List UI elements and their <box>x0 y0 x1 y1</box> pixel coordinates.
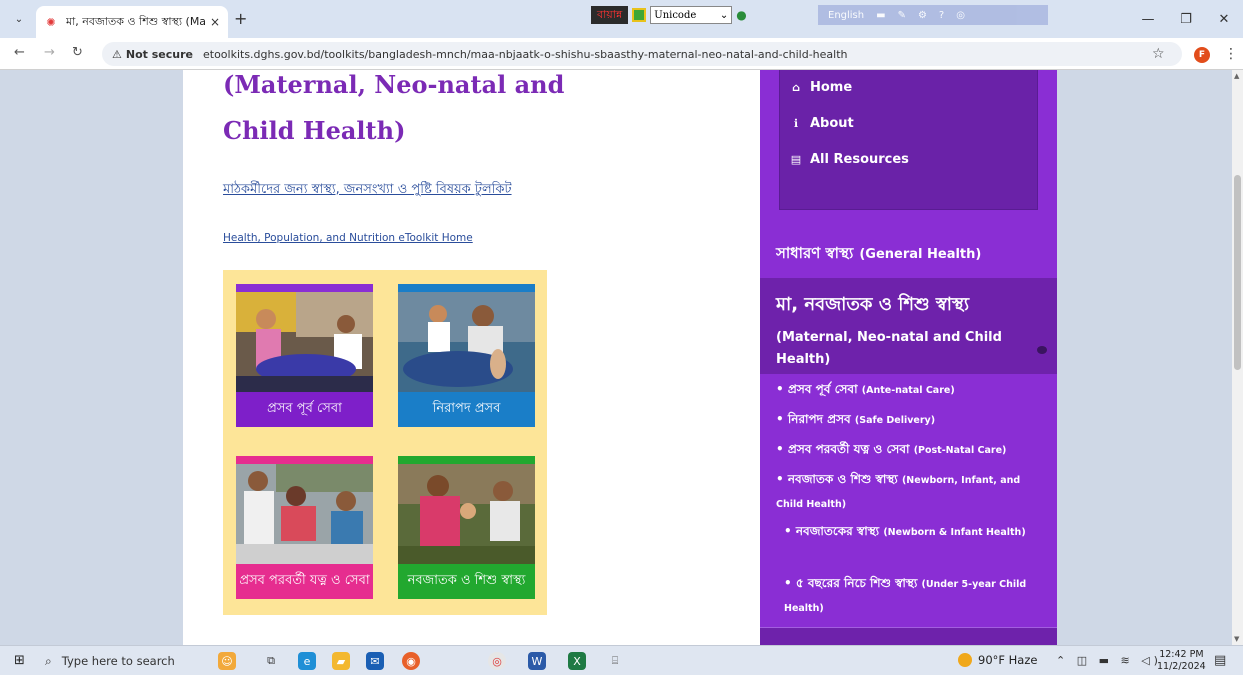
chrome-icon[interactable]: ◎ <box>488 652 506 670</box>
page-title-line-2: Child Health) <box>223 116 406 145</box>
back-icon[interactable]: ← <box>14 45 25 60</box>
bangla-toolkit-link[interactable]: মাঠকর্মীদের জন্য স্বাস্থ্য, জনসংখ্যা ও প… <box>223 180 512 201</box>
maximize-button[interactable]: ❐ <box>1167 0 1205 38</box>
ime-english-label[interactable]: English <box>828 10 864 21</box>
bookmark-star-icon[interactable]: ☆ <box>1152 46 1165 62</box>
ime-info-icon[interactable]: ◎ <box>956 10 965 21</box>
weather-widget[interactable]: 90°F Haze <box>958 653 1037 667</box>
network-drive-icon[interactable]: ⌸ <box>606 652 624 670</box>
section-title-en: (Maternal, Neo-natal and Child Health) <box>776 330 1002 367</box>
tile-antenatal-care[interactable]: প্রসব পূর্ব সেবা <box>236 284 373 427</box>
sidebar-link-under-five[interactable]: • ৫ বছরের নিচে শিশু স্বাস্থ্য (Under 5-y… <box>784 572 1034 620</box>
sidebar: ⌂ Home ℹ About ▤ All Resources সাধারণ স্… <box>760 70 1057 645</box>
sidebar-link-antenatal[interactable]: • প্রসব পূর্ব সেবা (Ante-natal Care) <box>776 378 1046 402</box>
sidebar-section-mnch[interactable]: মা, নবজাতক ও শিশু স্বাস্থ্য (Maternal, N… <box>760 278 1057 374</box>
file-explorer-icon[interactable]: ▰ <box>332 652 350 670</box>
site-favicon-icon: ✺ <box>46 15 56 29</box>
tab-strip: ⌄ ✺ মা, নবজাতক ও শিশু স্বাস্থ্য (Mate × … <box>0 0 1243 38</box>
sidebar-link-postnatal[interactable]: • প্রসব পরবর্তী যত্ন ও সেবা (Post-Natal … <box>776 438 1046 462</box>
word-icon[interactable]: W <box>528 652 546 670</box>
url-text[interactable]: etoolkits.dghs.gov.bd/toolkits/banglades… <box>203 48 848 61</box>
ime-font-select[interactable]: Unicode ⌄ <box>650 6 733 24</box>
postnatal-photo <box>236 456 373 564</box>
ime-tool-icon[interactable]: ✎ <box>898 10 906 21</box>
taskbar-clock[interactable]: 12:42 PM 11/2/2024 <box>1157 649 1206 673</box>
sidebar-link-safe-delivery[interactable]: • নিরাপদ প্রসব (Safe Delivery) <box>776 408 1046 432</box>
address-bar[interactable]: ⚠ Not secure etoolkits.dghs.gov.bd/toolk… <box>102 42 1182 66</box>
chevron-down-icon: ⌄ <box>719 9 729 21</box>
task-view-icon[interactable]: ⧉ <box>262 652 280 670</box>
safe-delivery-photo <box>398 284 535 392</box>
notification-icon[interactable]: ▤ <box>1214 653 1226 668</box>
close-button[interactable]: ✕ <box>1205 0 1243 38</box>
info-icon: ℹ <box>793 117 799 130</box>
tile-safe-delivery[interactable]: নিরাপদ প্রসব <box>398 284 535 427</box>
tile-caption: নবজাতক ও শিশু স্বাস্থ্য <box>398 564 535 599</box>
topic-tiles-panel: প্রসব পূর্ব সেবা নিরাপদ প্রসব প্রসব পরবর… <box>223 270 547 615</box>
minimize-button[interactable]: — <box>1129 0 1167 38</box>
sidebar-next-section[interactable] <box>760 627 1057 645</box>
tile-caption: প্রসব পরবর্তী যত্ন ও সেবা <box>236 564 373 599</box>
news-widget-icon[interactable]: ☺ <box>218 652 236 670</box>
etoolkit-home-link[interactable]: Health, Population, and Nutrition eToolk… <box>223 232 473 244</box>
sidebar-item-home[interactable]: ⌂ Home <box>790 80 852 95</box>
taskbar-search[interactable]: ⌕ Type here to search <box>45 649 195 673</box>
ime-globe-icon[interactable]: ● <box>736 8 746 22</box>
windows-start-icon[interactable]: ⊞ <box>14 653 25 668</box>
security-label[interactable]: Not secure <box>126 48 193 61</box>
tile-newborn-child-health[interactable]: নবজাতক ও শিশু স্বাস্থ্য <box>398 456 535 599</box>
ime-language-label[interactable]: বায়ান্ন <box>591 6 629 24</box>
warning-icon[interactable]: ⚠ <box>112 48 122 61</box>
sidebar-link-newborn-child[interactable]: • নবজাতক ও শিশু স্বাস্থ্য (Newborn, Infa… <box>776 468 1046 516</box>
sidebar-item-about[interactable]: ℹ About <box>790 116 854 131</box>
tab-close-icon[interactable]: × <box>210 15 220 29</box>
page-title-line-1: (Maternal, Neo-natal and <box>223 70 565 99</box>
sidebar-menu: ⌂ Home ℹ About ▤ All Resources <box>779 70 1038 210</box>
resources-icon: ▤ <box>790 153 802 166</box>
reload-icon[interactable]: ↻ <box>72 45 83 60</box>
section-title-bn: মা, নবজাতক ও শিশু স্বাস্থ্য <box>776 294 970 315</box>
system-tray-icons[interactable]: ⌃ ◫ ▬ ≋ ◁) <box>1056 654 1162 667</box>
firefox-icon[interactable]: ◉ <box>402 652 420 670</box>
ime-tools-bar: English ▬ ✎ ⚙ ? ◎ <box>818 5 1048 25</box>
edge-icon[interactable]: e <box>298 652 316 670</box>
page-viewport: (Maternal, Neo-natal and Child Health) ম… <box>0 70 1232 645</box>
newborn-photo <box>398 456 535 564</box>
tile-caption: প্রসব পূর্ব সেবা <box>236 392 373 427</box>
browser-menu-icon[interactable]: ⋮ <box>1224 46 1238 62</box>
main-content: (Maternal, Neo-natal and Child Health) ম… <box>183 70 760 645</box>
sidebar-section-general-health[interactable]: সাধারণ স্বাস্থ্য (General Health) <box>760 232 1057 277</box>
browser-tab-active[interactable]: ✺ মা, নবজাতক ও শিশু স্বাস্থ্য (Mate × <box>36 6 228 38</box>
sidebar-item-all-resources[interactable]: ▤ All Resources <box>790 152 909 167</box>
windows-taskbar: ⊞ ⌕ Type here to search ☺ ⧉ e ▰ ✉ ◉ ◎ W … <box>0 645 1243 675</box>
mail-icon[interactable]: ✉ <box>366 652 384 670</box>
ime-keyboard-icon[interactable] <box>632 8 647 22</box>
search-icon: ⌕ <box>45 653 52 668</box>
sidebar-link-newborn-infant[interactable]: • নবজাতকের স্বাস্থ্য (Newborn & Infant H… <box>784 520 1034 544</box>
forward-icon[interactable]: → <box>44 45 55 60</box>
ime-help-icon[interactable]: ? <box>939 10 944 21</box>
tile-caption: নিরাপদ প্রসব <box>398 392 535 427</box>
window-controls: — ❐ ✕ <box>1129 0 1243 38</box>
home-icon: ⌂ <box>792 81 800 94</box>
ime-settings-icon[interactable]: ⚙ <box>918 10 927 21</box>
scroll-thumb[interactable] <box>1234 175 1241 370</box>
profile-avatar[interactable]: F <box>1194 47 1210 63</box>
ime-tool-icon[interactable]: ▬ <box>876 10 885 21</box>
antenatal-photo <box>236 284 373 392</box>
excel-icon[interactable]: X <box>568 652 586 670</box>
new-tab-button[interactable]: + <box>234 9 247 28</box>
scroll-down-icon[interactable]: ▼ <box>1234 635 1239 643</box>
page-scrollbar[interactable]: ▲ ▼ <box>1232 70 1243 645</box>
tab-search-button[interactable]: ⌄ <box>8 8 30 30</box>
scroll-up-icon[interactable]: ▲ <box>1234 72 1239 80</box>
weather-icon <box>958 653 972 667</box>
browser-toolbar: ← → ↻ ⚠ Not secure etoolkits.dghs.gov.bd… <box>0 38 1243 70</box>
collapse-toggle-icon[interactable] <box>1037 346 1047 354</box>
tab-title: মা, নবজাতক ও শিশু স্বাস্থ্য (Mate <box>66 14 206 28</box>
tile-postnatal-care[interactable]: প্রসব পরবর্তী যত্ন ও সেবা <box>236 456 373 599</box>
ime-toolbar: বায়ান্ন Unicode ⌄ ● <box>591 5 747 25</box>
